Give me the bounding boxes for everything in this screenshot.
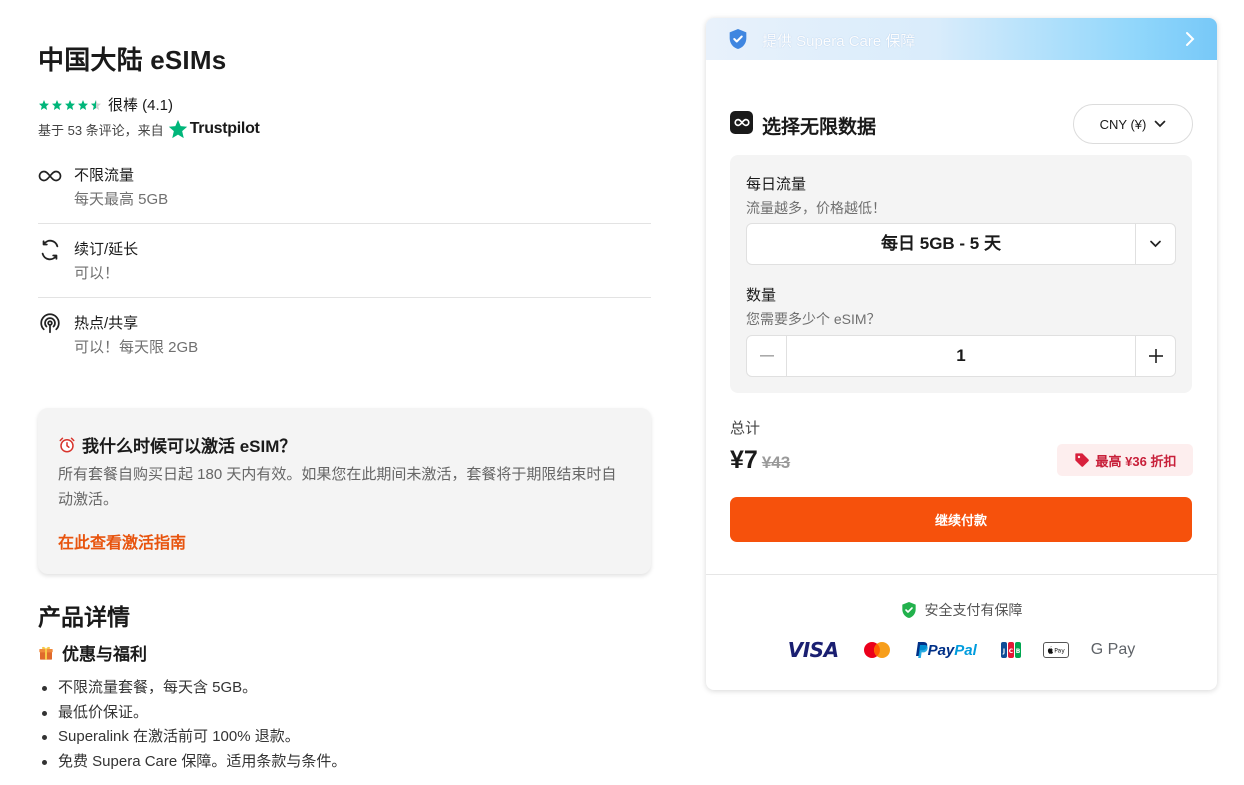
- currency-value: CNY (¥): [1099, 116, 1147, 132]
- benefits-heading-text: 优惠与福利: [62, 645, 147, 664]
- star-icon: [78, 99, 88, 110]
- activation-question-text: 我什么时候可以激活 eSIM？: [82, 437, 297, 456]
- list-item: 最低价保证。: [41, 701, 346, 726]
- rating-label: 很棒 (4.1): [108, 97, 174, 114]
- hotspot-icon: [38, 312, 62, 336]
- total-label: 总计: [730, 420, 761, 437]
- quantity-hint: 您需要多少个 eSIM？: [746, 311, 881, 327]
- activation-answer: 所有套餐自购买日起 180 天内有效。如果您在此期间未激活，套餐将于期限结束时自…: [58, 466, 617, 508]
- svg-text:C: C: [1009, 648, 1014, 655]
- tag-icon: [1074, 453, 1089, 467]
- daily-data-hint: 流量越多，价格越低！: [746, 200, 886, 216]
- daily-data-label: 每日流量: [746, 176, 807, 193]
- paypal-mark-icon: [915, 642, 928, 658]
- price: ¥7 ¥43: [730, 446, 790, 475]
- review-source: 基于 53 条评论，来自 Trustpilot: [38, 119, 260, 139]
- benefits-list: 不限流量套餐，每天含 5GB。 最低价保证。 Superalink 在激活前可 …: [41, 676, 346, 775]
- feature-list: 不限流量 每天最高 5GB 续订/延长 可以！ 热点/共享 可以！每天限 2GB: [38, 150, 651, 372]
- infinity-icon: [730, 111, 753, 134]
- mastercard-logo: [863, 641, 891, 659]
- daily-data-dropdown-button[interactable]: [1135, 224, 1175, 264]
- purchase-panel: 提供 Supera Care 保障 选择无限数据 CNY (¥) 每日流量 流量…: [706, 18, 1217, 690]
- paypal-text-a: Pay: [927, 641, 955, 659]
- list-item: 不限流量套餐，每天含 5GB。: [41, 676, 346, 701]
- quantity-label: 数量: [746, 287, 777, 304]
- supera-care-text: 提供 Supera Care 保障: [762, 33, 916, 50]
- activation-faq-card: 我什么时候可以激活 eSIM？ 所有套餐自购买日起 180 天内有效。如果您在此…: [38, 408, 651, 574]
- jcb-logo: JCB: [1000, 642, 1021, 658]
- feature-title: 不限流量: [74, 167, 135, 184]
- daily-data-select[interactable]: 每日 5GB - 5 天: [746, 223, 1176, 265]
- list-item: Superalink 在激活前可 100% 退款。: [41, 725, 346, 750]
- svg-text:B: B: [1015, 648, 1020, 655]
- rating-row: 很棒 (4.1): [38, 94, 173, 115]
- currency-selector[interactable]: CNY (¥): [1073, 104, 1193, 144]
- shield-check-icon: [901, 602, 916, 618]
- quantity-stepper: 1: [746, 335, 1176, 377]
- google-pay-logo: G Pay: [1090, 641, 1136, 658]
- quantity-value[interactable]: 1: [787, 336, 1135, 376]
- secure-payment-note: 安全支付有保障: [706, 600, 1217, 620]
- feature-subtitle: 可以！每天限 2GB: [74, 339, 199, 356]
- continue-payment-button[interactable]: 继续付款: [730, 497, 1192, 542]
- plan-options: 每日流量 流量越多，价格越低！ 每日 5GB - 5 天 数量 您需要多少个 e…: [730, 155, 1192, 393]
- paypal-text-b: Pal: [954, 641, 977, 659]
- feature-title: 续订/延长: [74, 241, 139, 258]
- benefits-heading: 优惠与福利: [38, 640, 147, 665]
- activation-question: 我什么时候可以激活 eSIM？: [58, 432, 296, 457]
- feature-renew: 续订/延长 可以！: [38, 224, 651, 298]
- chevron-down-icon: [1150, 240, 1161, 248]
- chevron-down-icon: [1155, 120, 1166, 128]
- supera-care-banner[interactable]: 提供 Supera Care 保障: [706, 18, 1217, 60]
- review-count-text: 基于 53 条评论，来自: [38, 122, 164, 138]
- plus-icon: [1148, 349, 1163, 363]
- trustpilot-link[interactable]: Trustpilot: [168, 119, 260, 139]
- secure-payment-text: 安全支付有保障: [924, 602, 1023, 618]
- rating-stars: [38, 99, 102, 111]
- shield-check-icon: [729, 29, 747, 49]
- quantity-decrease-button[interactable]: [747, 336, 787, 376]
- plan-header: 选择无限数据 CNY (¥): [730, 104, 1193, 144]
- apple-pay-logo: Pay: [1042, 642, 1069, 658]
- payment-methods: VISA Pay Pal JCB Pay G Pay: [706, 638, 1217, 662]
- alarm-clock-icon: [59, 437, 75, 452]
- product-details-title: 产品详情: [38, 604, 130, 630]
- svg-text:J: J: [1002, 648, 1005, 655]
- trustpilot-star-icon: [168, 119, 187, 139]
- half-star-icon: [91, 99, 101, 110]
- feature-subtitle: 可以！: [74, 265, 120, 282]
- quantity-increase-button[interactable]: [1135, 336, 1175, 376]
- plan-title: 选择无限数据: [762, 117, 877, 138]
- price-current: ¥7: [730, 446, 758, 474]
- visa-logo: VISA: [787, 638, 839, 662]
- chevron-right-icon: [1186, 32, 1195, 46]
- minus-icon: [759, 355, 774, 357]
- paypal-logo: Pay Pal: [915, 642, 977, 659]
- feature-unlimited: 不限流量 每天最高 5GB: [38, 150, 651, 224]
- divider: [706, 574, 1217, 575]
- renew-icon: [38, 238, 62, 262]
- page-title: 中国大陆 eSIMs: [38, 45, 227, 75]
- activation-guide-link[interactable]: 在此查看激活指南: [58, 529, 186, 553]
- feature-subtitle: 每天最高 5GB: [74, 191, 169, 208]
- trustpilot-label: Trustpilot: [189, 120, 260, 137]
- feature-hotspot: 热点/共享 可以！每天限 2GB: [38, 298, 651, 372]
- daily-data-value: 每日 5GB - 5 天: [881, 234, 1001, 253]
- discount-text: 最高 ¥36 折扣: [1095, 453, 1177, 469]
- feature-title: 热点/共享: [74, 315, 139, 332]
- list-item: 免费 Supera Care 保障。适用条款与条件。: [41, 750, 346, 775]
- infinity-icon: [38, 164, 62, 188]
- discount-badge: 最高 ¥36 折扣: [1057, 444, 1193, 476]
- gift-icon: [39, 646, 53, 660]
- svg-text:Pay: Pay: [1054, 648, 1065, 655]
- star-icon: [39, 99, 49, 110]
- price-original: ¥43: [761, 453, 791, 472]
- star-icon: [65, 99, 75, 110]
- star-icon: [52, 99, 62, 110]
